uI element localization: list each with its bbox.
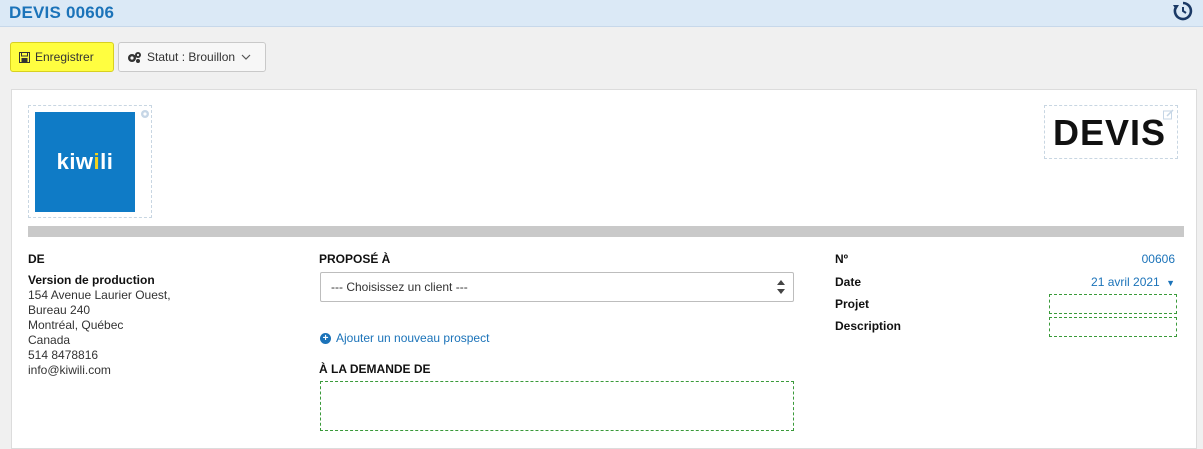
caret-down-icon: ▼ <box>1166 278 1175 288</box>
address-line: 154 Avenue Laurier Ouest, <box>28 288 171 302</box>
divider-bar <box>28 226 1184 237</box>
number-label: Nº <box>835 252 849 266</box>
gear-icon[interactable] <box>139 108 151 120</box>
project-label: Projet <box>835 297 870 311</box>
requested-by-field[interactable] <box>320 381 794 431</box>
company-logo: kiwili <box>35 112 135 212</box>
floppy-disk-icon <box>19 51 30 63</box>
date-picker[interactable]: 21 avril 2021 ▼ <box>1091 275 1175 289</box>
add-prospect-link[interactable]: + Ajouter un nouveau prospect <box>320 331 489 345</box>
client-select[interactable]: --- Choisissez un client --- <box>320 272 794 302</box>
add-prospect-label: Ajouter un nouveau prospect <box>336 331 490 345</box>
address-line: Canada <box>28 333 71 347</box>
phone: 514 8478816 <box>28 348 99 362</box>
select-arrows-icon <box>777 280 785 294</box>
address-line: Montréal, Québec <box>28 318 124 332</box>
status-label: Statut : Brouillon <box>147 50 236 64</box>
page-title: DEVIS 00606 <box>9 3 115 22</box>
from-block: Version de production 154 Avenue Laurier… <box>28 273 171 378</box>
plus-circle-icon: + <box>320 332 331 344</box>
chevron-down-icon <box>241 54 251 60</box>
date-label: Date <box>835 275 862 289</box>
proposed-to-heading: PROPOSÉ À <box>319 252 391 266</box>
description-label: Description <box>835 319 902 333</box>
history-icon[interactable] <box>1173 1 1193 21</box>
save-button-label: Enregistrer <box>35 50 94 64</box>
address-line: Bureau 240 <box>28 303 91 317</box>
status-dropdown-button[interactable]: Statut : Brouillon <box>118 42 266 72</box>
toolbar: Enregistrer Statut : Brouillon <box>0 27 1203 87</box>
document-type-title: DEVIS <box>1053 112 1167 153</box>
date-value: 21 avril 2021 <box>1091 275 1160 289</box>
client-select-placeholder: --- Choisissez un client --- <box>331 280 468 294</box>
description-field[interactable] <box>1049 317 1177 337</box>
edit-icon[interactable] <box>1163 109 1174 120</box>
logo-area[interactable]: kiwili <box>28 105 152 218</box>
cogs-icon <box>128 52 141 63</box>
save-button[interactable]: Enregistrer <box>10 42 114 72</box>
number-value: 00606 <box>1141 252 1175 266</box>
quote-sheet: kiwili DEVIS DE Version de production 15… <box>11 89 1197 449</box>
document-type-area[interactable]: DEVIS <box>1044 105 1178 159</box>
top-bar: DEVIS 00606 <box>0 0 1203 27</box>
project-field[interactable] <box>1049 294 1177 314</box>
email: info@kiwili.com <box>28 363 111 377</box>
requested-by-heading: À LA DEMANDE DE <box>319 362 431 376</box>
from-heading: DE <box>28 252 45 266</box>
company-name: Version de production <box>28 273 155 287</box>
